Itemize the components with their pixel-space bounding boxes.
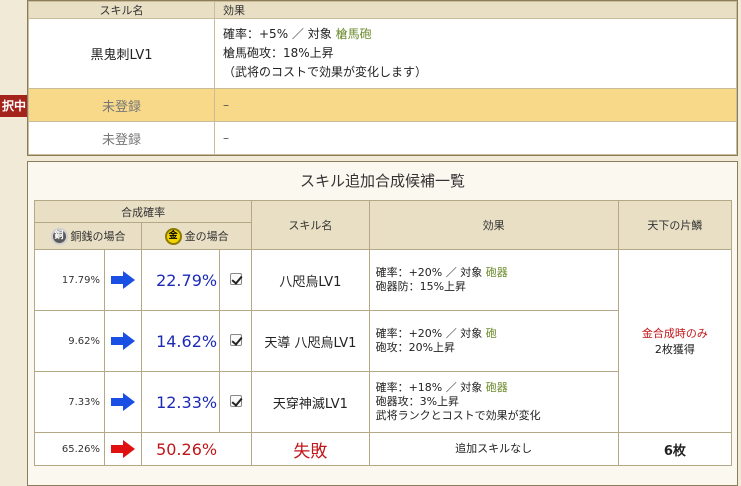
- slot-name: 未登録: [28, 121, 215, 155]
- candidate-effect-line2: 砲器攻：3%上昇: [375, 395, 460, 408]
- gold-rate: 14.62%: [141, 310, 221, 372]
- candidate-effect: 確率：+20% ／ 対象 砲 砲攻：20%上昇: [368, 310, 619, 372]
- candidate-effect-line1: 確率：+20% ／ 対象: [375, 327, 483, 340]
- tenka-count: 6枚: [617, 432, 733, 466]
- copper-rate: 17.79%: [34, 249, 105, 311]
- arrow-right-icon: [103, 371, 143, 433]
- slot-effect: –: [214, 121, 737, 155]
- tenka-note: 金合成時のみ 2枚獲得: [617, 249, 733, 433]
- candidate-effect-target: 砲: [485, 327, 497, 340]
- fail-row: 65.26% 50.26% 失敗 追加スキルなし 6枚: [34, 432, 733, 466]
- header-skill: スキル名: [251, 200, 370, 250]
- current-skill-table: スキル名 効果 黒鬼刺LV1 確率：+5% ／ 対象 槍馬砲 槍馬砲攻：18%上…: [28, 1, 737, 155]
- candidate-skill-name: 天導 八咫烏LV1: [251, 310, 370, 372]
- tenka-note-line1: 金合成時のみ: [641, 327, 708, 340]
- header-gold-label: 金の場合: [184, 230, 229, 243]
- tenka-note-line2: 2枚獲得: [654, 343, 695, 356]
- effect-target: 槍馬砲: [335, 27, 372, 41]
- candidate-effect-line3: 武将ランクとコストで効果が変化: [375, 409, 541, 422]
- effect-line3: （武将のコストで効果が変化します）: [223, 65, 428, 79]
- header-effect: 効果: [368, 200, 619, 250]
- candidate-skill-name: 天穿神滅LV1: [251, 371, 370, 433]
- empty-slot-row[interactable]: 未登録 –: [28, 88, 737, 122]
- effect-line2: 槍馬砲攻：18%上昇: [223, 46, 334, 60]
- header-rate: 合成確率: [33, 200, 253, 223]
- skill-effect: 確率：+5% ／ 対象 槍馬砲 槍馬砲攻：18%上昇 （武将のコストで効果が変化…: [214, 18, 737, 89]
- gold-checkbox[interactable]: [229, 272, 242, 285]
- arrow-right-icon: [103, 249, 143, 311]
- gold-rate: 50.26%: [141, 432, 253, 466]
- arrow-right-icon: [103, 310, 143, 372]
- candidate-effect-line1: 確率：+18% ／ 対象: [375, 381, 483, 394]
- header-gold: 金金の場合: [141, 222, 253, 250]
- copper-coin-icon: 銅: [50, 227, 68, 245]
- candidate-skill-name: 八咫烏LV1: [251, 249, 370, 311]
- current-skill-panel: スキル名 効果 黒鬼刺LV1 確率：+5% ／ 対象 槍馬砲 槍馬砲攻：18%上…: [27, 0, 738, 156]
- header-copper-label: 銅銭の場合: [70, 230, 126, 243]
- header-tenka: 天下の片鱗: [617, 200, 733, 250]
- arrow-right-icon: [103, 432, 143, 466]
- candidate-effect-line2: 砲攻：20%上昇: [375, 341, 456, 354]
- gold-rate: 12.33%: [141, 371, 221, 433]
- empty-slot-row[interactable]: 未登録 –: [28, 121, 737, 155]
- candidate-effect-target: 砲器: [485, 266, 508, 279]
- skill-name: 黒鬼刺LV1: [28, 18, 215, 89]
- candidate-table: 合成確率 スキル名 効果 天下の片鱗 銅銅銭の場合 金金の場合 17.79% 2…: [33, 200, 733, 466]
- header-skill-name: スキル名: [28, 1, 215, 19]
- gold-checkbox[interactable]: [229, 333, 242, 346]
- copper-rate: 9.62%: [34, 310, 105, 372]
- candidate-effect-line1: 確率：+20% ／ 対象: [375, 266, 483, 279]
- header-copper: 銅銅銭の場合: [33, 222, 143, 250]
- candidate-row: 17.79% 22.79% 八咫烏LV1 確率：+20% ／ 対象 砲器 砲器防…: [34, 249, 733, 433]
- copper-rate: 65.26%: [34, 432, 105, 466]
- copper-rate: 7.33%: [34, 371, 105, 433]
- candidate-effect: 確率：+18% ／ 対象 砲器 砲器攻：3%上昇 武将ランクとコストで効果が変化: [368, 371, 619, 433]
- fail-label: 失敗: [251, 432, 370, 466]
- candidate-effect: 確率：+20% ／ 対象 砲器 砲器防：15%上昇: [368, 249, 619, 311]
- gold-coin-icon: 金: [164, 227, 182, 245]
- header-effect: 効果: [214, 1, 737, 19]
- slot-name: 未登録: [28, 88, 215, 122]
- fail-effect: 追加スキルなし: [368, 432, 619, 466]
- panel-title: スキル追加合成候補一覧: [299, 172, 465, 190]
- skill-row: 黒鬼刺LV1 確率：+5% ／ 対象 槍馬砲 槍馬砲攻：18%上昇 （武将のコス…: [28, 18, 737, 89]
- gold-checkbox[interactable]: [229, 394, 242, 407]
- slot-effect: –: [214, 88, 737, 122]
- candidate-panel: スキル追加合成候補一覧 合成確率 スキル名 効果 天下の片鱗 銅銅銭の場合 金金…: [27, 161, 738, 486]
- effect-line1: 確率：+5% ／ 対象: [223, 27, 332, 41]
- candidate-effect-line2: 砲器防：15%上昇: [375, 280, 467, 293]
- gold-rate: 22.79%: [141, 249, 221, 311]
- candidate-effect-target: 砲器: [485, 381, 508, 394]
